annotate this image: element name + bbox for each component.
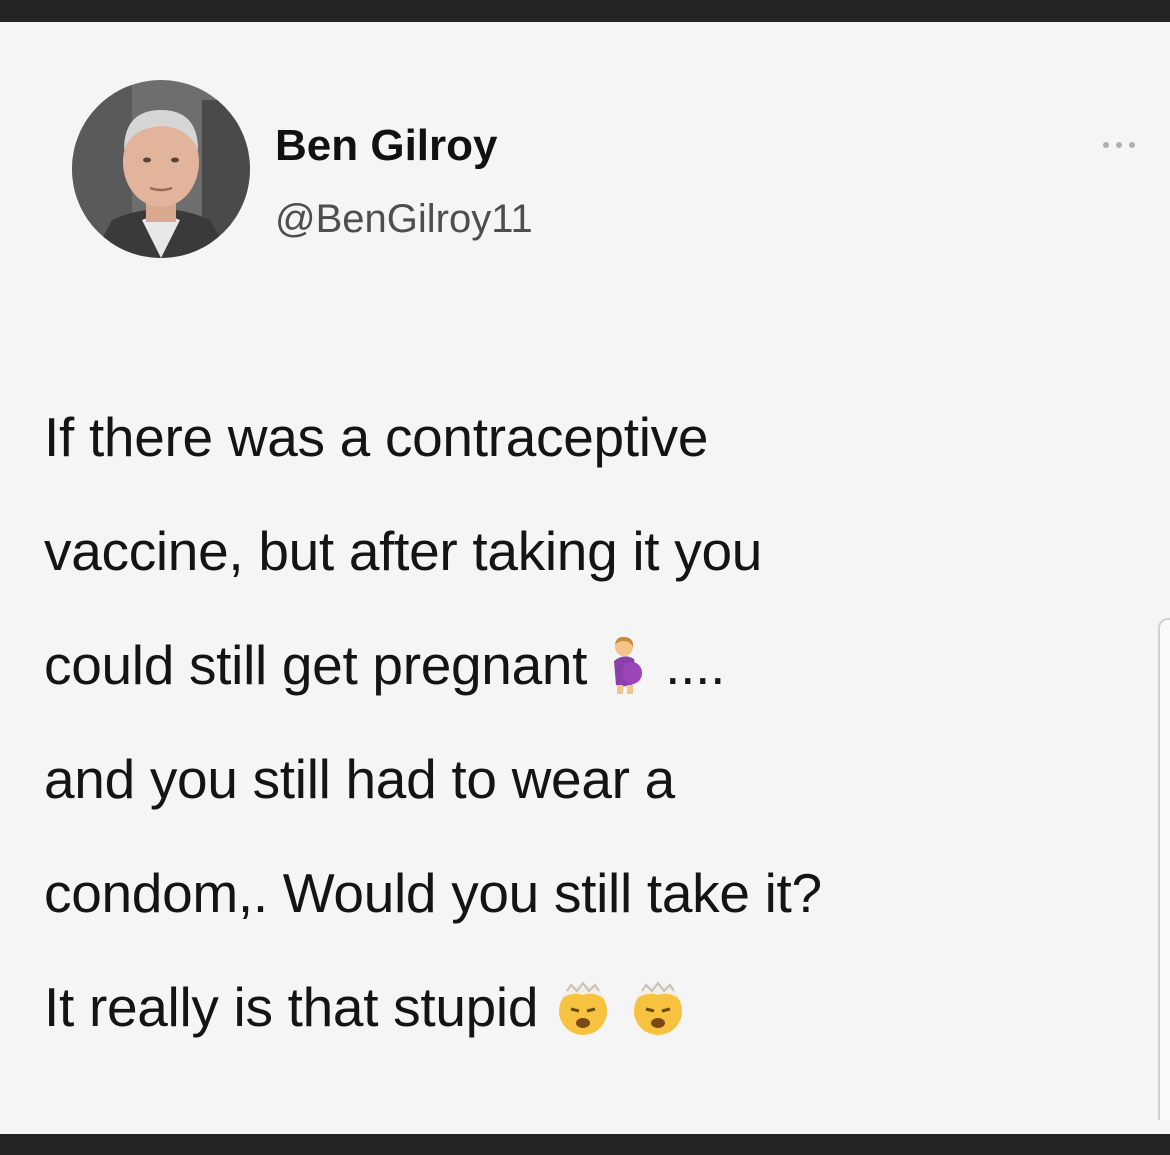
more-options-button[interactable] [1088, 130, 1154, 160]
tweet-line: condom,. Would you still take it? [44, 836, 1154, 950]
tweet-line: and you still had to wear a [44, 722, 1154, 836]
ellipsis-icon [1103, 142, 1135, 148]
screenshot-frame: Ben Gilroy @BenGilroy11 If there was a c… [0, 0, 1170, 1155]
exploding-head-emoji-icon [628, 977, 688, 1037]
tweet-line-text: and you still had to wear a [44, 748, 675, 810]
tweet-text: If there was a contraceptive vaccine, bu… [44, 380, 1154, 1064]
tweet-line: It really is that stupid [44, 950, 1154, 1064]
avatar[interactable] [72, 80, 250, 258]
pregnant-woman-emoji-icon [602, 635, 650, 695]
tweet-line-text: If there was a contraceptive [44, 406, 709, 468]
author-handle[interactable]: @BenGilroy11 [275, 195, 533, 243]
author-name[interactable]: Ben Gilroy [275, 120, 498, 172]
tweet-line-text: It really is that stupid [44, 976, 539, 1038]
tweet-card: Ben Gilroy @BenGilroy11 If there was a c… [0, 22, 1170, 1134]
tweet-line: could still get pregnant .... [44, 608, 1154, 722]
tweet-line-text: condom,. Would you still take it? [44, 862, 822, 924]
scrollbar-edge[interactable] [1158, 618, 1170, 1120]
tweet-line-text: vaccine, but after taking it you [44, 520, 763, 582]
tweet-line-suffix: .... [650, 634, 726, 696]
avatar-image [72, 80, 250, 258]
exploding-head-emoji-icon [553, 977, 613, 1037]
tweet-line-text: could still get pregnant [44, 634, 588, 696]
tweet-line: If there was a contraceptive [44, 380, 1154, 494]
tweet-line: vaccine, but after taking it you [44, 494, 1154, 608]
